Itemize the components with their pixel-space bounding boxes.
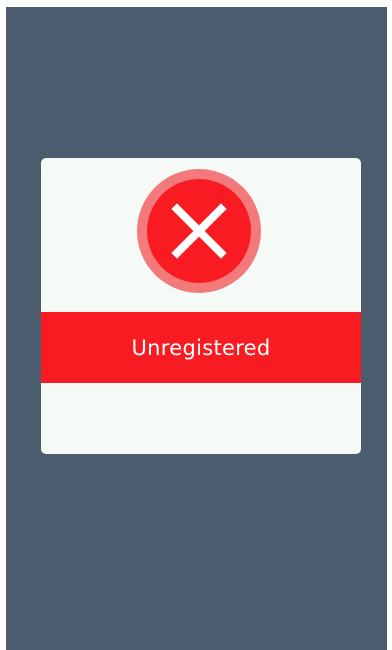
status-label: Unregistered — [131, 335, 271, 360]
status-banner: Unregistered — [41, 312, 361, 383]
close-icon — [171, 203, 227, 259]
